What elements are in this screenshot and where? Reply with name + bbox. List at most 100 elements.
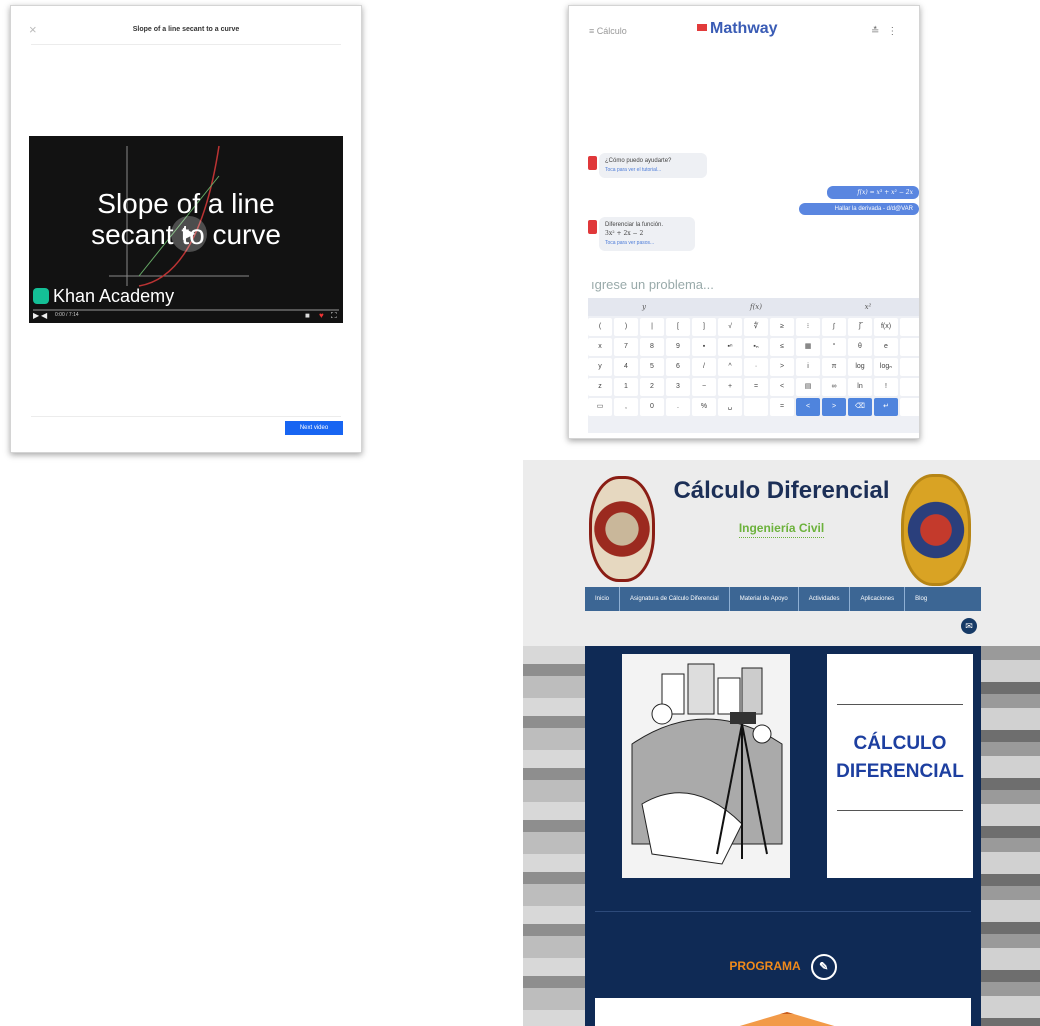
- keyboard-key[interactable]: [900, 318, 919, 336]
- keyboard-key[interactable]: ▪ₙ: [744, 338, 768, 356]
- keyboard-key[interactable]: ▪ⁿ: [718, 338, 742, 356]
- keyboard-key[interactable]: −: [692, 378, 716, 396]
- keyboard-key[interactable]: √: [718, 318, 742, 336]
- subject-menu[interactable]: ≡ Cálculo: [589, 26, 627, 36]
- keyboard-key[interactable]: [900, 338, 919, 356]
- keyboard-key[interactable]: [900, 358, 919, 376]
- captions-icon[interactable]: ■: [305, 311, 310, 320]
- keyboard-key[interactable]: ▦: [796, 338, 820, 356]
- keyboard-key[interactable]: /: [692, 358, 716, 376]
- video-player[interactable]: Slope of a line secant to curve ▶ Khan A…: [29, 136, 343, 323]
- keyboard-key[interactable]: ↵: [874, 398, 898, 416]
- keyboard-key[interactable]: i: [796, 358, 820, 376]
- keyboard-key[interactable]: logₙ: [874, 358, 898, 376]
- settings-icon[interactable]: ♥: [319, 311, 324, 320]
- next-video-button[interactable]: Next video: [285, 421, 343, 435]
- nav-blog[interactable]: Blog: [905, 587, 937, 611]
- play-small-icon[interactable]: ▶: [33, 311, 39, 320]
- keyboard-key[interactable]: ▪: [692, 338, 716, 356]
- fullscreen-icon[interactable]: ⛶: [331, 311, 337, 321]
- keyboard-key[interactable]: 7: [614, 338, 638, 356]
- play-icon[interactable]: ▶: [171, 216, 207, 252]
- tab-variables[interactable]: y: [588, 298, 700, 316]
- keyboard-key[interactable]: !: [874, 378, 898, 396]
- nav-material[interactable]: Material de Apoyo: [730, 587, 799, 611]
- keyboard-key[interactable]: =: [770, 398, 794, 416]
- keyboard-key[interactable]: 8: [640, 338, 664, 356]
- keyboard-key[interactable]: 5: [640, 358, 664, 376]
- keyboard-key[interactable]: ∜: [744, 318, 768, 336]
- tab-powers[interactable]: x²: [812, 298, 919, 316]
- keyboard-key[interactable]: y: [588, 358, 612, 376]
- progress-bar[interactable]: [33, 309, 339, 311]
- site-subtitle: Ingeniería Civil: [523, 521, 1040, 538]
- nav-aplicaciones[interactable]: Aplicaciones: [850, 587, 906, 611]
- keyboard-key[interactable]: ⌫: [848, 398, 872, 416]
- keyboard-key[interactable]: 4: [614, 358, 638, 376]
- keyboard-key[interactable]: ,: [614, 398, 638, 416]
- course-website: Cálculo Diferencial Ingeniería Civil Ini…: [523, 460, 1040, 1026]
- keyboard-key[interactable]: [900, 398, 919, 416]
- keyboard-key[interactable]: 3: [666, 378, 690, 396]
- keyboard-key[interactable]: [744, 398, 768, 416]
- programa-card: [595, 998, 971, 1026]
- keyboard-key[interactable]: ): [614, 318, 638, 336]
- keyboard-key[interactable]: ·: [744, 358, 768, 376]
- keyboard-key[interactable]: f(x): [874, 318, 898, 336]
- keyboard-key[interactable]: +: [718, 378, 742, 396]
- keyboard-key[interactable]: ∫̅: [848, 318, 872, 336]
- more-icon[interactable]: ⋮: [887, 26, 905, 37]
- keyboard-key[interactable]: 1: [614, 378, 638, 396]
- keyboard-tabs: y f(x) x²: [588, 298, 919, 316]
- keyboard-key[interactable]: ▤: [796, 378, 820, 396]
- keyboard-key[interactable]: [: [666, 318, 690, 336]
- keyboard-key[interactable]: (: [588, 318, 612, 336]
- content-area: CÁLCULO DIFERENCIAL PROGRAMA ✎: [585, 646, 981, 1026]
- keyboard-key[interactable]: ∞: [822, 378, 846, 396]
- keyboard-key[interactable]: ln: [848, 378, 872, 396]
- keyboard-key[interactable]: ␣: [718, 398, 742, 416]
- keyboard-key[interactable]: θ: [848, 338, 872, 356]
- keyboard-key[interactable]: =: [744, 378, 768, 396]
- keyboard-key[interactable]: z: [588, 378, 612, 396]
- khan-video-panel: × Slope of a line secant to a curve Slop…: [10, 5, 362, 453]
- keyboard-key[interactable]: 6: [666, 358, 690, 376]
- keyboard-key[interactable]: ^: [718, 358, 742, 376]
- nav-inicio[interactable]: Inicio: [585, 587, 621, 611]
- keyboard-key[interactable]: <: [796, 398, 820, 416]
- problem-input[interactable]: ıgrese un problema...: [591, 277, 714, 292]
- keyboard-key[interactable]: <: [770, 378, 794, 396]
- keyboard-key[interactable]: x: [588, 338, 612, 356]
- keyboard-key[interactable]: 0: [640, 398, 664, 416]
- user-action: Hallar la derivada - d/d@VAR: [799, 203, 919, 215]
- keyboard-key[interactable]: %: [692, 398, 716, 416]
- keyboard-key[interactable]: ]: [692, 318, 716, 336]
- keyboard-key[interactable]: °: [822, 338, 846, 356]
- keyboard-key[interactable]: ⁝: [796, 318, 820, 336]
- keyboard-key[interactable]: 2: [640, 378, 664, 396]
- keyboard-key[interactable]: ≤: [770, 338, 794, 356]
- bot-answer: Diferenciar la función. 3x² + 2x − 2 Toc…: [599, 217, 695, 251]
- keyboard-key[interactable]: ∫: [822, 318, 846, 336]
- tab-functions[interactable]: f(x): [700, 298, 812, 316]
- programa-heading[interactable]: PROGRAMA ✎: [585, 954, 981, 980]
- keyboard-key[interactable]: >: [822, 398, 846, 416]
- keyboard-key[interactable]: 9: [666, 338, 690, 356]
- keyboard-key[interactable]: [900, 378, 919, 396]
- steps-hint[interactable]: Toca para ver pasos...: [605, 240, 689, 246]
- keyboard-key[interactable]: |: [640, 318, 664, 336]
- keyboard-key[interactable]: >: [770, 358, 794, 376]
- mail-icon[interactable]: ✉: [961, 618, 977, 634]
- keyboard-key[interactable]: .: [666, 398, 690, 416]
- keyboard-key[interactable]: ▭: [588, 398, 612, 416]
- keyboard-key[interactable]: log: [848, 358, 872, 376]
- keyboard-key[interactable]: π: [822, 358, 846, 376]
- tutorial-hint[interactable]: Toca para ver el tutorial...: [605, 167, 701, 173]
- keyboard-key[interactable]: ≥: [770, 318, 794, 336]
- nav-actividades[interactable]: Actividades: [799, 587, 851, 611]
- user-icon[interactable]: ≛: [871, 26, 887, 37]
- pencil-icon[interactable]: ✎: [810, 954, 837, 980]
- keyboard-key[interactable]: e: [874, 338, 898, 356]
- nav-asignatura[interactable]: Asignatura de Cálculo Diferencial: [620, 587, 730, 611]
- volume-icon[interactable]: ◀: [41, 311, 47, 320]
